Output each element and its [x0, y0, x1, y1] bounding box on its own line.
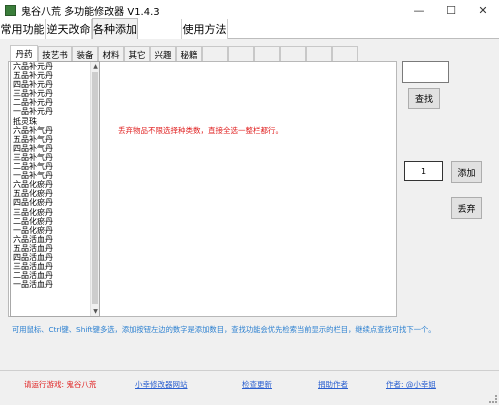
discard-notice: 丢弃物品不限选择种类数，直接全选一整栏都行。	[118, 126, 283, 135]
author-link[interactable]: 作者: @小幸姐	[386, 379, 436, 390]
title-bar: 鬼谷八荒 多功能修改器 V1.4.3 — ☐ ✕	[0, 0, 499, 20]
tab-usage[interactable]: 使用方法	[182, 19, 228, 39]
tab-empty[interactable]	[202, 46, 228, 62]
list-item[interactable]: 五品补气丹	[13, 135, 89, 144]
item-listbox[interactable]: 六品补元丹 五品补元丹 四品补元丹 三品补元丹 二品补元丹 一品补元丹 抵灵珠 六品补气丹 五品…	[10, 61, 100, 317]
list-item[interactable]: 四品补气丹	[13, 144, 89, 153]
tab-empty[interactable]	[254, 46, 280, 62]
list-item[interactable]: 一品补气丹	[13, 171, 89, 180]
discard-button[interactable]: 丢弃	[451, 197, 482, 219]
tab-secret-books[interactable]: 秘籍	[176, 46, 202, 62]
scroll-down-icon[interactable]: ▼	[91, 307, 99, 316]
list-item[interactable]: 三品化瘀丹	[13, 208, 89, 217]
tab-interest[interactable]: 兴趣	[150, 46, 176, 62]
check-update-link[interactable]: 检查更新	[242, 379, 272, 390]
tab-empty[interactable]	[280, 46, 306, 62]
donate-link[interactable]: 捐助作者	[318, 379, 348, 390]
tab-common[interactable]: 常用功能	[0, 19, 46, 39]
list-item[interactable]: 三品补气丹	[13, 153, 89, 162]
minimize-icon[interactable]: —	[403, 0, 435, 20]
search-button[interactable]: 查找	[408, 88, 440, 109]
list-item[interactable]: 三品活血丹	[13, 262, 89, 271]
scroll-up-icon[interactable]: ▲	[91, 62, 99, 71]
list-item[interactable]: 抵灵珠	[13, 117, 89, 126]
tab-other[interactable]: 其它	[124, 46, 150, 62]
tab-add-items[interactable]: 各种添加	[92, 18, 138, 39]
list-item[interactable]: 五品补元丹	[13, 71, 89, 80]
list-item[interactable]: 六品补气丹	[13, 126, 89, 135]
tab-empty[interactable]	[332, 46, 358, 62]
window-title: 鬼谷八荒 多功能修改器 V1.4.3	[21, 6, 160, 18]
list-scrollbar[interactable]: ▲ ▼	[90, 62, 99, 316]
tab-equipment[interactable]: 装备	[72, 46, 98, 62]
close-icon[interactable]: ✕	[467, 0, 499, 20]
list-item[interactable]: 四品补元丹	[13, 80, 89, 89]
list-item[interactable]: 四品化瘀丹	[13, 198, 89, 207]
list-item[interactable]: 六品化瘀丹	[13, 180, 89, 189]
search-input[interactable]	[402, 61, 449, 83]
main-tab-bar: 常用功能 逆天改命 各种添加 使用方法	[0, 18, 499, 39]
window-controls: — ☐ ✕	[403, 0, 499, 20]
list-item[interactable]: 六品补元丹	[13, 62, 89, 71]
list-item[interactable]: 一品补元丹	[13, 107, 89, 116]
quantity-input[interactable]: 1	[404, 161, 443, 181]
tab-empty[interactable]	[228, 46, 254, 62]
maximize-icon[interactable]: ☐	[435, 0, 467, 20]
tab-pills[interactable]: 丹药	[10, 45, 38, 62]
website-link[interactable]: 小幸修改器网站	[135, 379, 188, 390]
tab-skill-books[interactable]: 技艺书	[38, 46, 72, 62]
usage-hint: 可用鼠标、Ctrl键、Shift键多选，添加按钮左边的数字是添加数目，查找功能会…	[12, 325, 436, 334]
app-icon	[5, 4, 16, 16]
add-button[interactable]: 添加	[451, 161, 482, 183]
tab-empty[interactable]	[306, 46, 332, 62]
resize-grip[interactable]	[489, 395, 497, 403]
list-item[interactable]: 三品补元丹	[13, 89, 89, 98]
list-item[interactable]: 六品活血丹	[13, 235, 89, 244]
list-item[interactable]: 四品活血丹	[13, 253, 89, 262]
list-item[interactable]: 二品补气丹	[13, 162, 89, 171]
scrollbar-thumb[interactable]	[92, 72, 98, 304]
footer: 请运行游戏: 鬼谷八荒 小幸修改器网站 检查更新 捐助作者 作者: @小幸姐	[0, 370, 499, 405]
list-item[interactable]: 二品化瘀丹	[13, 217, 89, 226]
tab-blank[interactable]	[138, 19, 182, 39]
list-item[interactable]: 一品化瘀丹	[13, 226, 89, 235]
list-item[interactable]: 一品活血丹	[13, 280, 89, 289]
list-item[interactable]: 二品活血丹	[13, 271, 89, 280]
list-item[interactable]: 五品活血丹	[13, 244, 89, 253]
tab-fate[interactable]: 逆天改命	[46, 19, 92, 39]
game-status: 请运行游戏: 鬼谷八荒	[24, 380, 97, 389]
tab-materials[interactable]: 材料	[98, 46, 124, 62]
item-list: 六品补元丹 五品补元丹 四品补元丹 三品补元丹 二品补元丹 一品补元丹 抵灵珠 六品补气丹 五品…	[13, 62, 89, 289]
